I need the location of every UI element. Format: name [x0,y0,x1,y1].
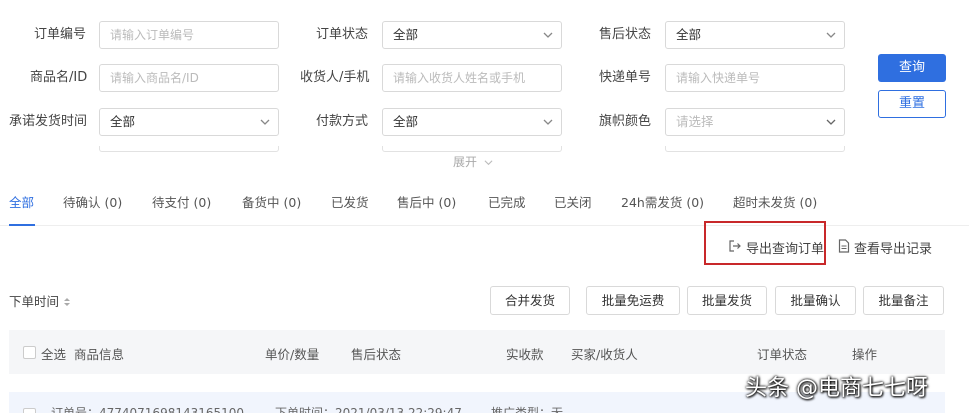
header-product-info: 商品信息 [74,347,125,362]
sort-icon [63,295,71,310]
order-time: 下单时间：2021/03/13 22:29:47 [275,406,462,413]
tab-preparing[interactable]: 备货中 (0) [242,192,301,211]
chevron-down-icon [543,30,553,40]
tracking-no-label: 快递单号 [599,70,652,85]
reset-button[interactable]: 重置 [878,90,946,118]
promise-time-select[interactable]: 全部 [99,108,279,136]
flag-color-label: 旗帜颜色 [599,114,652,129]
collapsed-field-edge [665,146,845,152]
row-checkbox[interactable] [23,408,36,413]
header-paid: 实收款 [506,347,544,362]
promotion-type: 推广类型：无 [491,406,564,413]
order-status-select[interactable]: 全部 [382,21,562,49]
tab-label: 已完成 [488,195,526,210]
active-tab-indicator [9,224,35,226]
header-aftersale: 售后状态 [351,347,402,362]
product-input[interactable]: 请输入商品名/ID [99,64,279,92]
tab-label: 24h需发货 [621,195,683,210]
header-buyer: 买家/收货人 [571,347,638,362]
chevron-down-icon [543,117,553,127]
query-button[interactable]: 查询 [878,54,946,82]
flag-color-placeholder: 请选择 [676,114,714,129]
promise-time-value: 全部 [110,114,136,129]
chevron-down-icon [260,117,270,127]
receiver-input[interactable]: 请输入收货人姓名或手机 [382,64,562,92]
header-order-status: 订单状态 [757,347,808,362]
highlight-box [704,221,826,265]
header-price-qty: 单价/数量 [265,347,320,362]
product-label: 商品名/ID [30,70,88,85]
expand-label: 展开 [453,155,478,169]
collapsed-field-edge [99,146,279,152]
select-all-checkbox[interactable] [23,346,36,359]
receiver-label: 收货人/手机 [300,70,370,85]
expand-toggle[interactable]: 展开 [453,153,493,170]
order-status-value: 全部 [393,27,419,42]
promise-time-label: 承诺发货时间 [9,114,88,129]
tab-count: (0) [283,195,302,210]
chevron-down-icon [826,30,836,40]
view-export-records-link[interactable]: 查看导出记录 [838,238,932,257]
chevron-down-icon [484,156,493,170]
aftersale-status-label: 售后状态 [599,27,652,42]
watermark: 头条 @电商七七呀 [745,376,928,401]
tab-count: (0) [193,195,212,210]
payment-value: 全部 [393,114,419,129]
batch-confirm-button[interactable]: 批量确认 [775,286,856,315]
collapsed-field-edge [382,146,562,152]
batch-free-shipping-button[interactable]: 批量免运费 [586,286,680,315]
batch-ship-button[interactable]: 批量发货 [687,286,767,315]
tab-count: (0) [104,195,123,210]
tab-label: 待支付 [152,195,190,210]
tab-label: 备货中 [242,195,280,210]
sort-by-order-time[interactable]: 下单时间 [9,291,71,310]
tab-count: (0) [686,195,705,210]
tab-aftersale[interactable]: 售后中 (0) [397,192,456,211]
tab-label: 待确认 [63,195,101,210]
order-number: 订单号：4774071698143165100 [51,406,245,413]
batch-note-button[interactable]: 批量备注 [863,286,944,315]
tab-label: 已发货 [331,195,369,210]
document-icon [838,238,850,257]
header-select-all: 全选 [41,347,67,362]
tab-overdue-ship[interactable]: 超时未发货 (0) [733,192,817,211]
payment-label: 付款方式 [316,114,369,129]
order-status-label: 订单状态 [316,27,369,42]
tab-count: (0) [799,195,818,210]
header-operation: 操作 [852,347,878,362]
table-header: 全选 商品信息 单价/数量 售后状态 实收款 买家/收货人 订单状态 操作 [9,330,945,374]
tab-label: 全部 [9,195,35,210]
view-records-label: 查看导出记录 [854,242,933,257]
flag-color-select[interactable]: 请选择 [665,108,845,136]
sort-label: 下单时间 [9,294,60,309]
aftersale-status-value: 全部 [676,27,702,42]
merge-ship-button[interactable]: 合并发货 [490,286,570,315]
tracking-no-input[interactable]: 请输入快递单号 [665,64,845,92]
tab-count: (0) [438,195,457,210]
tab-pending-confirm[interactable]: 待确认 (0) [63,192,122,211]
tab-shipped[interactable]: 已发货 [331,192,369,211]
order-no-input[interactable]: 请输入订单编号 [99,21,279,49]
order-no-label: 订单编号 [34,27,87,42]
tab-pending-payment[interactable]: 待支付 (0) [152,192,211,211]
tab-label: 已关闭 [554,195,592,210]
tab-24h-ship[interactable]: 24h需发货 (0) [621,192,704,211]
tab-completed[interactable]: 已完成 [488,192,526,211]
chevron-down-icon [826,117,836,127]
tab-closed[interactable]: 已关闭 [554,192,592,211]
tab-label: 超时未发货 [733,195,796,210]
aftersale-status-select[interactable]: 全部 [665,21,845,49]
payment-select[interactable]: 全部 [382,108,562,136]
tab-label: 售后中 [397,195,435,210]
tab-all[interactable]: 全部 [9,192,34,211]
